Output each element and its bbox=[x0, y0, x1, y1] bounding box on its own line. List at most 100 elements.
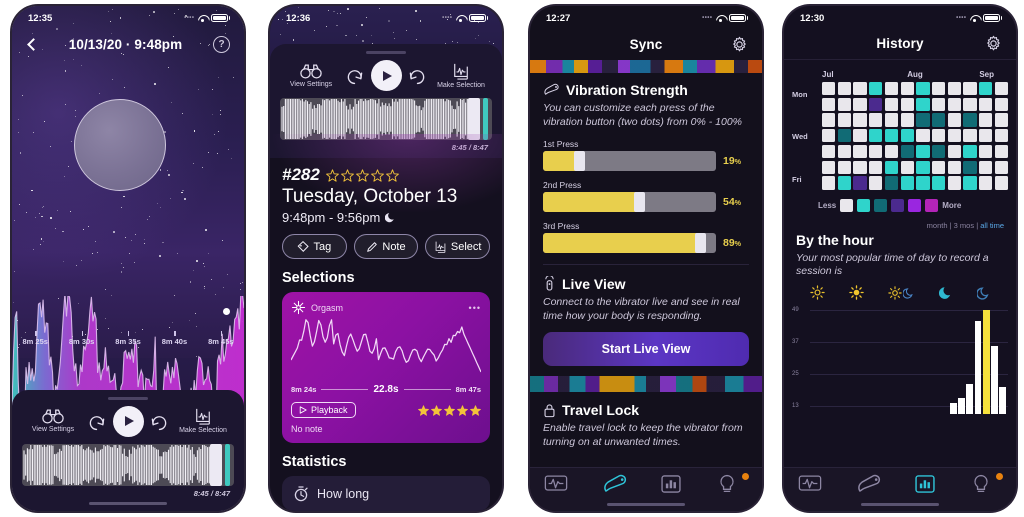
heatmap-cell[interactable] bbox=[963, 144, 977, 159]
heatmap-cell[interactable] bbox=[916, 113, 930, 127]
statistic-row[interactable]: How long bbox=[282, 476, 490, 511]
heatmap-cell[interactable] bbox=[900, 176, 914, 190]
heatmap-cell[interactable] bbox=[853, 176, 867, 190]
range-3mos[interactable]: 3 mos bbox=[954, 221, 974, 230]
heatmap-cell[interactable] bbox=[869, 82, 883, 96]
heatmap-cell[interactable] bbox=[822, 97, 836, 111]
heatmap-cell[interactable] bbox=[822, 113, 836, 127]
tab-tips[interactable] bbox=[972, 473, 1003, 498]
vibration-slider-3[interactable]: 89% bbox=[543, 232, 749, 253]
note-button[interactable]: Note bbox=[353, 234, 419, 259]
slider-knob[interactable] bbox=[694, 232, 706, 253]
heatmap-cell[interactable] bbox=[900, 129, 914, 143]
tab-stats[interactable] bbox=[914, 474, 944, 498]
view-settings-button[interactable]: View Settings bbox=[284, 63, 338, 88]
heatmap-cell[interactable] bbox=[869, 97, 883, 111]
drag-handle[interactable] bbox=[108, 396, 148, 400]
tab-sync[interactable] bbox=[602, 474, 632, 498]
heatmap-cell[interactable] bbox=[822, 176, 836, 190]
heatmap-cell[interactable] bbox=[869, 129, 883, 143]
slider-knob[interactable] bbox=[634, 191, 646, 212]
play-button[interactable] bbox=[370, 60, 402, 91]
playback-button[interactable]: Playback bbox=[291, 402, 356, 418]
select-button[interactable]: Select bbox=[425, 234, 491, 259]
tab-stats[interactable] bbox=[660, 474, 690, 498]
heatmap-cell[interactable] bbox=[947, 129, 961, 143]
gear-icon[interactable] bbox=[731, 36, 748, 53]
make-selection-button[interactable]: Make Selection bbox=[176, 408, 230, 434]
heatmap-cell[interactable] bbox=[869, 176, 883, 190]
heatmap-grid[interactable] bbox=[822, 82, 1009, 190]
heatmap-cell[interactable] bbox=[963, 113, 977, 127]
heatmap-cell[interactable] bbox=[900, 82, 914, 96]
selection-handle[interactable] bbox=[468, 98, 480, 140]
heatmap-cell[interactable] bbox=[853, 82, 867, 96]
heatmap-cell[interactable] bbox=[963, 129, 977, 143]
heatmap-cell[interactable] bbox=[963, 176, 977, 190]
heatmap-cell[interactable] bbox=[932, 129, 946, 143]
heatmap-cell[interactable] bbox=[853, 97, 867, 111]
slider-track[interactable] bbox=[543, 191, 716, 212]
heatmap-cell[interactable] bbox=[837, 97, 851, 111]
heatmap-cell[interactable] bbox=[837, 176, 851, 190]
heatmap-cell[interactable] bbox=[994, 97, 1009, 111]
heatmap-cell[interactable] bbox=[979, 82, 993, 96]
heatmap-cell[interactable] bbox=[822, 144, 836, 159]
heatmap-cell[interactable] bbox=[837, 113, 851, 127]
heatmap-cell[interactable] bbox=[932, 144, 946, 159]
drag-handle[interactable] bbox=[366, 51, 406, 54]
heatmap-cell[interactable] bbox=[869, 160, 883, 174]
slider-track[interactable] bbox=[543, 150, 716, 171]
heatmap-cell[interactable] bbox=[916, 129, 930, 143]
undo-icon[interactable] bbox=[87, 412, 106, 431]
heatmap-cell[interactable] bbox=[884, 82, 899, 96]
heatmap-cell[interactable] bbox=[837, 160, 851, 174]
range-alltime[interactable]: all time bbox=[980, 221, 1004, 230]
heatmap-cell[interactable] bbox=[837, 82, 851, 96]
heatmap-cell[interactable] bbox=[947, 82, 961, 96]
range-selector[interactable]: month | 3 mos | all time bbox=[784, 212, 1016, 230]
heatmap-cell[interactable] bbox=[947, 160, 961, 174]
redo-icon[interactable] bbox=[408, 66, 427, 85]
view-settings-button[interactable]: View Settings bbox=[26, 409, 80, 433]
range-month[interactable]: month bbox=[927, 221, 948, 230]
heatmap-cell[interactable] bbox=[979, 160, 993, 174]
heatmap-cell[interactable] bbox=[963, 160, 977, 174]
undo-icon[interactable] bbox=[345, 66, 364, 85]
heatmap-cell[interactable] bbox=[822, 82, 836, 96]
heatmap-cell[interactable] bbox=[884, 97, 899, 111]
heatmap-cell[interactable] bbox=[884, 113, 899, 127]
selection-card[interactable]: Orgasm ••• 8m 24s 22.8s 8m 47s Playback … bbox=[282, 292, 490, 443]
heatmap-cell[interactable] bbox=[900, 113, 914, 127]
heatmap-cell[interactable] bbox=[932, 82, 946, 96]
gear-icon[interactable] bbox=[985, 35, 1002, 52]
redo-icon[interactable] bbox=[150, 412, 169, 431]
heatmap-cell[interactable] bbox=[947, 144, 961, 159]
waveform-scrubber[interactable] bbox=[22, 443, 234, 486]
selection-rating[interactable] bbox=[418, 404, 481, 416]
heatmap-cell[interactable] bbox=[900, 144, 914, 159]
heatmap-cell[interactable] bbox=[979, 129, 993, 143]
heatmap-cell[interactable] bbox=[853, 160, 867, 174]
session-rating[interactable] bbox=[325, 168, 399, 182]
heatmap-cell[interactable] bbox=[994, 129, 1009, 143]
make-selection-button[interactable]: Make Selection bbox=[434, 63, 488, 89]
heatmap-cell[interactable] bbox=[932, 160, 946, 174]
playhead-dot-icon[interactable] bbox=[223, 308, 230, 315]
heatmap-cell[interactable] bbox=[932, 113, 946, 127]
heatmap-cell[interactable] bbox=[884, 144, 899, 159]
tag-button[interactable]: Tag bbox=[282, 234, 347, 259]
heatmap-cell[interactable] bbox=[932, 176, 946, 190]
heatmap-cell[interactable] bbox=[994, 176, 1009, 190]
heatmap-cell[interactable] bbox=[994, 113, 1009, 127]
heatmap-cell[interactable] bbox=[822, 160, 836, 174]
waveform-scrubber[interactable] bbox=[280, 98, 492, 140]
heatmap-cell[interactable] bbox=[979, 97, 993, 111]
heatmap-cell[interactable] bbox=[853, 129, 867, 143]
selection-edge-marker[interactable] bbox=[483, 98, 488, 140]
tab-tips[interactable] bbox=[718, 473, 749, 498]
heatmap-cell[interactable] bbox=[947, 113, 961, 127]
vibration-slider-1[interactable]: 19% bbox=[543, 150, 749, 171]
heatmap-cell[interactable] bbox=[932, 97, 946, 111]
heatmap-cell[interactable] bbox=[994, 160, 1009, 174]
